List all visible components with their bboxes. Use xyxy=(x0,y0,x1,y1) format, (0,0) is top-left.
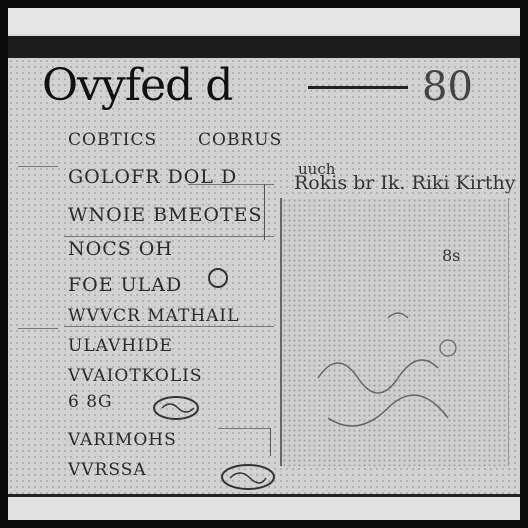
row-6: ULAVHIDE xyxy=(68,336,173,356)
row-3: NOCS OH xyxy=(68,238,173,260)
right-header: Rokis br Ik. Riki Kirthy xyxy=(294,172,516,194)
row-rule xyxy=(64,326,274,327)
row-7: VVAIOTKOLIS xyxy=(68,366,203,386)
row-8: 6 8G xyxy=(68,392,113,412)
title-rule xyxy=(308,86,408,89)
scribble-mark xyxy=(153,396,199,420)
bottom-band xyxy=(8,497,520,520)
row-0-right: COBRUS xyxy=(198,130,283,150)
row-divider xyxy=(264,184,265,240)
row-rule xyxy=(64,236,274,237)
row-4: FOE ULAD xyxy=(68,274,183,296)
row-0: COBTICS xyxy=(68,130,158,150)
row-10: VVRSSA xyxy=(68,460,147,480)
header-number: 80 xyxy=(422,64,473,110)
header-bar xyxy=(8,36,520,58)
row-5: WVVCR MATHAIL xyxy=(68,306,240,326)
row-rule xyxy=(18,328,58,329)
row-rule xyxy=(188,184,274,185)
right-note: 8s xyxy=(442,246,461,265)
panel-scribbles xyxy=(317,312,457,427)
row-divider xyxy=(270,428,271,456)
document-frame: Ovyfed d 80 COBTICS COBRUS GOLOFR DOL D … xyxy=(8,8,520,520)
scribble-mark xyxy=(208,268,228,288)
document-title: Ovyfed d xyxy=(42,60,233,111)
row-rule xyxy=(218,428,270,429)
row-9: VARIMOHS xyxy=(68,430,177,450)
scribble-mark xyxy=(221,464,275,490)
row-2: WNOIE BMEOTES xyxy=(68,204,263,226)
row-rule xyxy=(18,166,58,167)
top-band xyxy=(8,8,520,34)
